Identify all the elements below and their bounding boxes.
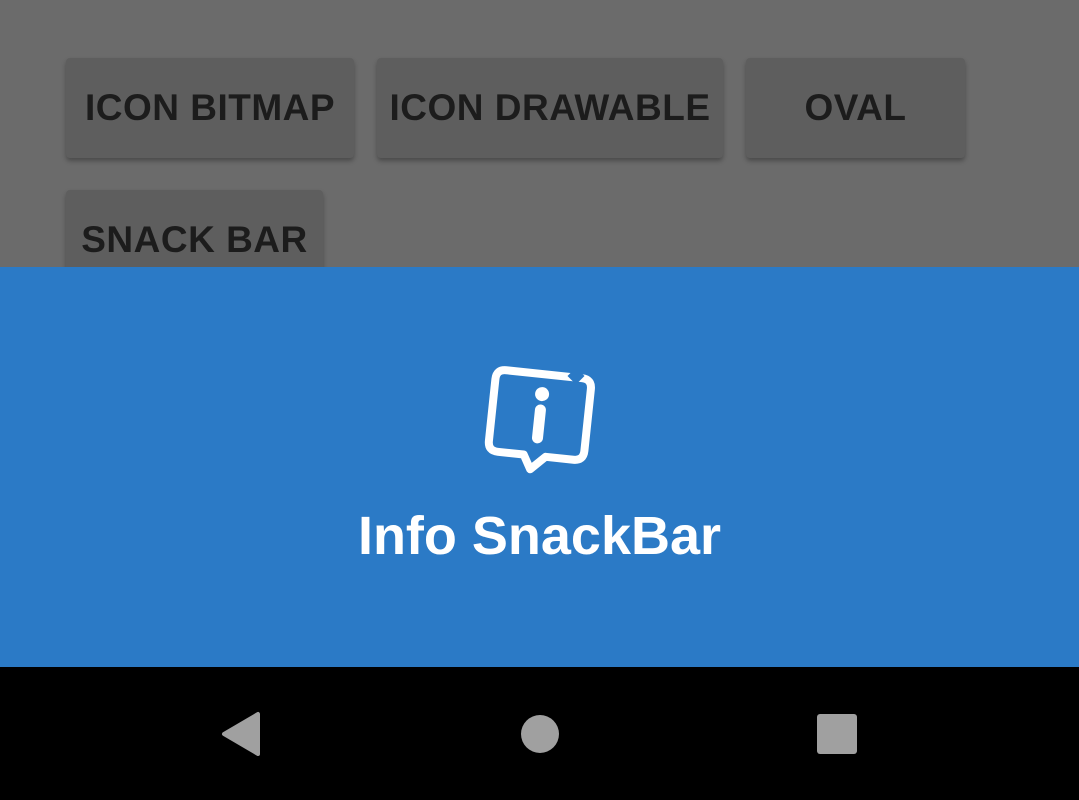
oval-button[interactable]: OVAL	[746, 58, 965, 158]
back-triangle-icon	[222, 711, 260, 756]
recents-square-icon	[817, 713, 857, 754]
snackbar-message: Info SnackBar	[357, 506, 722, 566]
home-button[interactable]	[480, 667, 600, 800]
app-screen: ICON BITMAP ICON DRAWABLE OVAL SNACK BAR…	[0, 0, 1079, 800]
icon-bitmap-button[interactable]: ICON BITMAP	[66, 58, 354, 158]
home-circle-icon	[521, 714, 559, 753]
icon-drawable-button[interactable]: ICON DRAWABLE	[377, 58, 723, 158]
info-chat-bubble-icon	[484, 366, 595, 474]
recents-button[interactable]	[777, 667, 897, 800]
back-button[interactable]	[180, 667, 300, 800]
system-navigation-bar	[0, 667, 1079, 800]
